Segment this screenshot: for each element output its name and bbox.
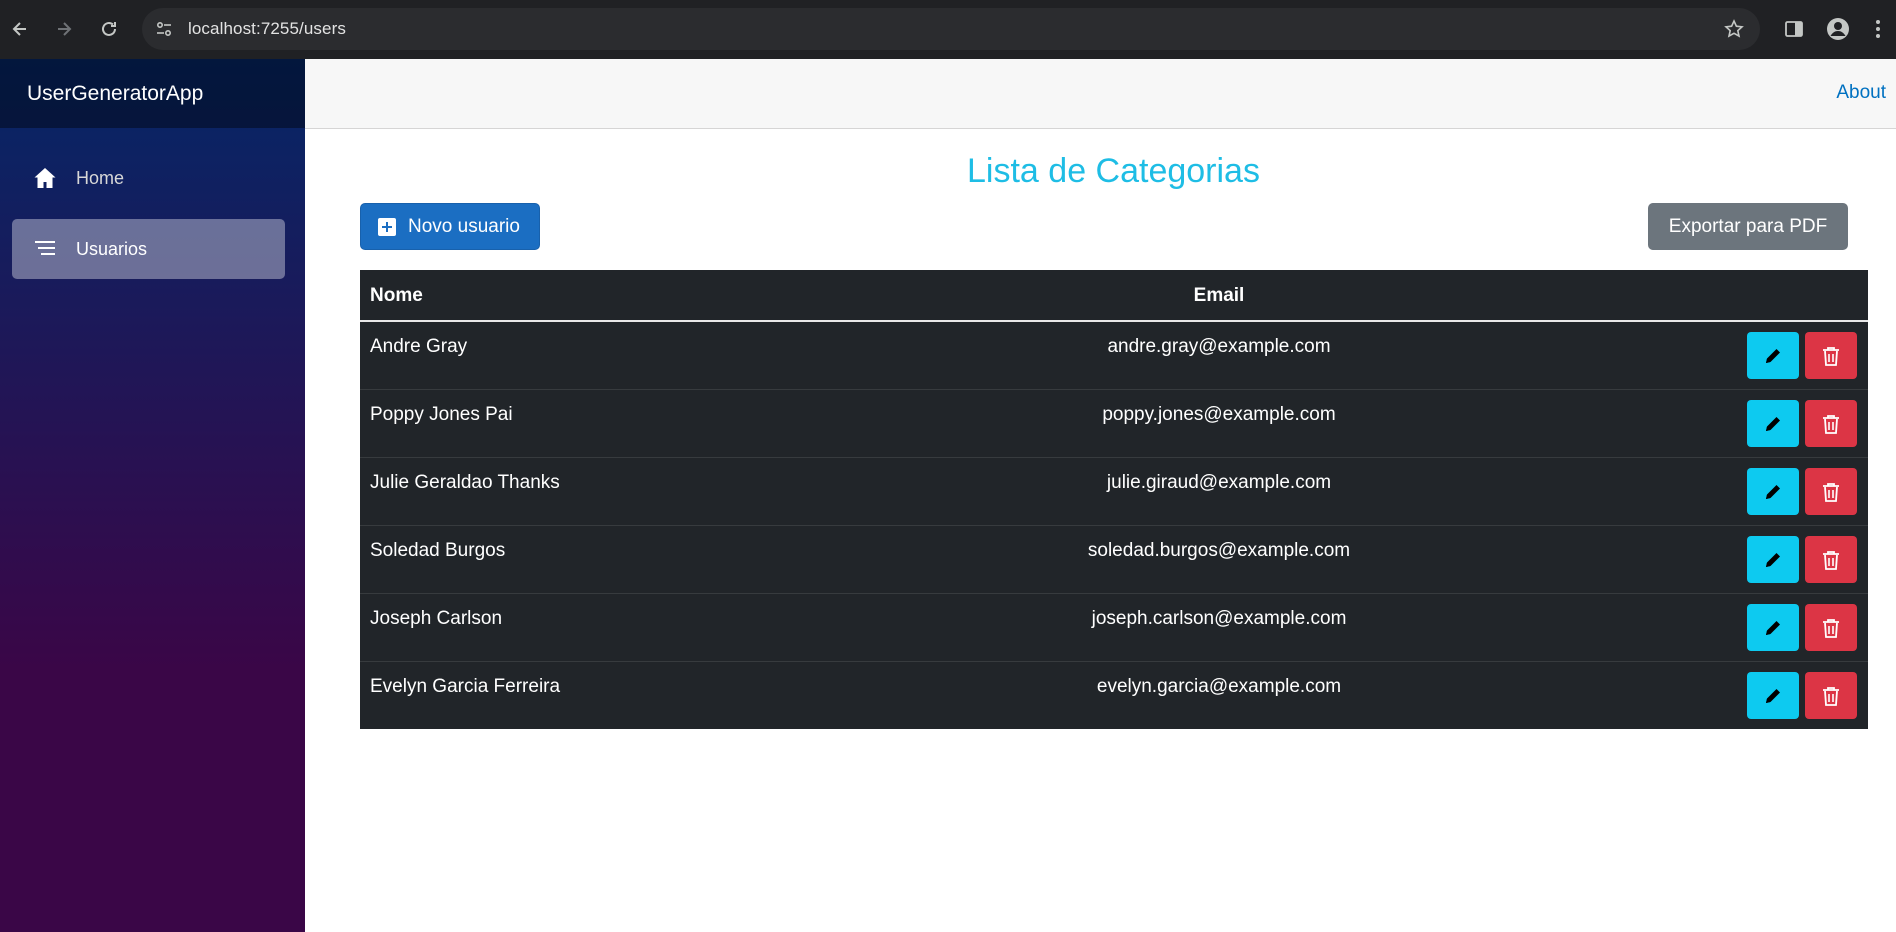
url-text[interactable]: localhost:7255/users <box>188 19 346 39</box>
pencil-icon <box>1766 552 1780 567</box>
bookmark-star-icon[interactable] <box>1722 17 1746 41</box>
edit-button[interactable] <box>1747 672 1799 719</box>
edit-button[interactable] <box>1747 332 1799 379</box>
users-table: Nome Email Andre Gray andre.gray@example… <box>360 270 1868 729</box>
pencil-icon <box>1766 484 1780 499</box>
user-name: Poppy Jones Pai <box>370 404 513 425</box>
edit-button[interactable] <box>1747 604 1799 651</box>
sidebar-item-home[interactable]: Home <box>12 148 285 208</box>
pencil-icon <box>1766 688 1780 703</box>
table-body: Andre Gray andre.gray@example.com Poppy … <box>360 322 1868 730</box>
side-panel-icon[interactable] <box>1778 13 1810 45</box>
forward-icon[interactable] <box>48 13 80 45</box>
pencil-icon <box>1766 348 1780 363</box>
user-name: Joseph Carlson <box>370 608 503 629</box>
trash-icon <box>1823 618 1839 638</box>
export-pdf-button[interactable]: Exportar para PDF <box>1648 203 1848 250</box>
sidebar-brand[interactable]: UserGeneratorApp <box>0 59 305 128</box>
column-header-email: Email <box>1193 285 1245 306</box>
trash-icon <box>1823 482 1839 502</box>
delete-button[interactable] <box>1805 400 1857 447</box>
edit-button[interactable] <box>1747 536 1799 583</box>
new-user-label: Novo usuario <box>408 215 520 237</box>
back-icon[interactable] <box>4 13 36 45</box>
address-bar[interactable]: localhost:7255/users <box>142 8 1760 50</box>
top-row: About <box>305 59 1896 129</box>
table-row: Joseph Carlson joseph.carlson@example.co… <box>360 594 1868 662</box>
home-icon <box>32 165 58 191</box>
trash-icon <box>1823 686 1839 706</box>
edit-button[interactable] <box>1747 468 1799 515</box>
delete-button[interactable] <box>1805 332 1857 379</box>
user-name: Evelyn Garcia Ferreira <box>370 676 561 697</box>
export-pdf-label: Exportar para PDF <box>1668 215 1828 237</box>
sidebar-item-usuarios[interactable]: Usuarios <box>12 219 285 279</box>
about-link[interactable]: About <box>1836 82 1886 104</box>
pencil-icon <box>1766 416 1780 431</box>
delete-button[interactable] <box>1805 604 1857 651</box>
brand-title[interactable]: UserGeneratorApp <box>27 82 203 106</box>
column-header-name: Nome <box>370 285 423 306</box>
user-email: evelyn.garcia@example.com <box>1096 676 1342 697</box>
new-user-button[interactable]: Novo usuario <box>360 203 540 250</box>
site-settings-icon[interactable] <box>152 17 176 41</box>
menu-kebab-icon[interactable] <box>1862 13 1894 45</box>
edit-button[interactable] <box>1747 400 1799 447</box>
user-email: julie.giraud@example.com <box>1106 472 1332 493</box>
user-email: andre.gray@example.com <box>1107 336 1331 357</box>
plus-square-icon <box>378 217 396 236</box>
trash-icon <box>1823 550 1839 570</box>
delete-button[interactable] <box>1805 468 1857 515</box>
reload-icon[interactable] <box>93 13 125 45</box>
trash-icon <box>1823 346 1839 366</box>
user-email: soledad.burgos@example.com <box>1087 540 1351 561</box>
table-row: Julie Geraldao Thanks julie.giraud@examp… <box>360 458 1868 526</box>
delete-button[interactable] <box>1805 536 1857 583</box>
delete-button[interactable] <box>1805 672 1857 719</box>
table-row: Soledad Burgos soledad.burgos@example.co… <box>360 526 1868 594</box>
table-row: Andre Gray andre.gray@example.com <box>360 322 1868 390</box>
pencil-icon <box>1766 620 1780 635</box>
user-name: Andre Gray <box>370 336 468 357</box>
table-row: Poppy Jones Pai poppy.jones@example.com <box>360 390 1868 458</box>
sidebar-item-label: Usuarios <box>76 238 148 259</box>
user-email: poppy.jones@example.com <box>1102 404 1336 425</box>
sidebar-item-label: Home <box>76 167 125 188</box>
list-icon <box>32 236 58 262</box>
sidebar: UserGeneratorApp Home Usuarios <box>0 59 305 932</box>
user-name: Soledad Burgos <box>370 540 506 561</box>
profile-icon[interactable] <box>1822 13 1854 45</box>
table-header: Nome Email <box>360 270 1868 322</box>
trash-icon <box>1823 414 1839 434</box>
user-email: joseph.carlson@example.com <box>1091 608 1347 629</box>
user-name: Julie Geraldao Thanks <box>370 472 560 493</box>
page-title: Lista de Categorias <box>967 152 1260 190</box>
browser-toolbar: localhost:7255/users <box>0 0 1896 59</box>
table-row: Evelyn Garcia Ferreira evelyn.garcia@exa… <box>360 662 1868 730</box>
